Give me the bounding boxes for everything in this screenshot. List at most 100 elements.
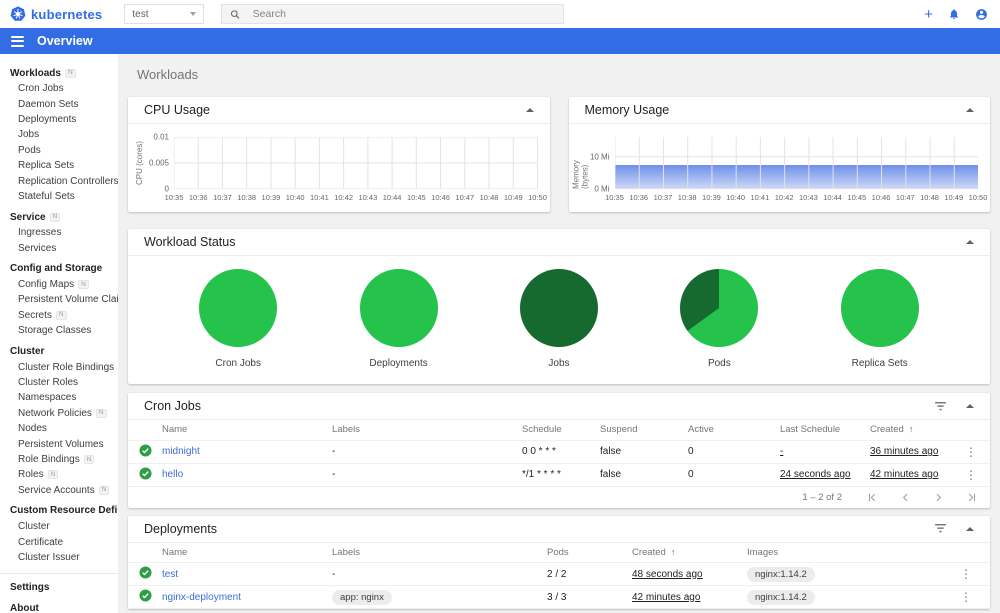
filter-button[interactable] xyxy=(935,401,946,411)
sidebar-item-role-bindings[interactable]: Role Bindings N xyxy=(0,452,118,467)
table-cell: midnight xyxy=(162,440,332,464)
collapse-icon[interactable] xyxy=(966,240,974,244)
sidebar-item-daemon-sets[interactable]: Daemon Sets xyxy=(0,96,118,111)
sidebar-item-persistent-volume-claims[interactable]: Persistent Volume ClaimsN xyxy=(0,292,118,307)
sidebar-item-pods[interactable]: Pods xyxy=(0,143,118,158)
y-tick-label: 10 Mi xyxy=(589,152,610,162)
sidebar-item-replica-sets[interactable]: Replica Sets xyxy=(0,158,118,173)
column-header-created[interactable]: Created ↑ xyxy=(870,420,952,441)
namespace-value: test xyxy=(132,8,149,20)
first-page-button[interactable] xyxy=(868,493,877,502)
column-header-suspend[interactable]: Suspend xyxy=(600,420,688,441)
resource-link[interactable]: midnight xyxy=(162,446,200,457)
column-header-name[interactable]: Name xyxy=(162,420,332,441)
create-resource-button[interactable]: + xyxy=(924,7,933,22)
row-menu-button[interactable]: ⋮ xyxy=(942,590,990,604)
sidebar-section-workloads[interactable]: Workloads N xyxy=(0,65,118,81)
sidebar-item-ingresses[interactable]: Ingresses xyxy=(0,225,118,240)
account-button[interactable] xyxy=(975,8,988,21)
sidebar-item-network-policies[interactable]: Network Policies N xyxy=(0,406,118,421)
column-header-pods[interactable]: Pods xyxy=(547,542,632,563)
status-pie-chart xyxy=(680,269,759,347)
sidebar-section-service[interactable]: Service N xyxy=(0,209,118,225)
notifications-button[interactable] xyxy=(948,8,960,20)
x-tick-label: 10:40 xyxy=(285,193,305,202)
resource-link[interactable]: nginx-deployment xyxy=(162,592,241,603)
column-header-last-schedule[interactable]: Last Schedule xyxy=(780,420,870,441)
column-header-name[interactable]: Name xyxy=(162,542,332,563)
sidebar-item-label: Deployments xyxy=(18,113,77,125)
row-menu-button[interactable]: ⋮ xyxy=(942,567,990,581)
sidebar-item-jobs[interactable]: Jobs xyxy=(0,127,118,142)
sidebar-item-stateful-sets[interactable]: Stateful Sets xyxy=(0,189,118,204)
sidebar-item-nodes[interactable]: Nodes xyxy=(0,421,118,436)
sidebar-item-roles[interactable]: Roles N xyxy=(0,467,118,482)
sidebar-section-config-and-storage[interactable]: Config and Storage xyxy=(0,261,118,277)
cpu-plot-area xyxy=(174,137,538,189)
sidebar-item-label: Services xyxy=(18,242,57,254)
namespaced-badge: N xyxy=(78,280,89,290)
sidebar-item-config-maps[interactable]: Config Maps N xyxy=(0,277,118,292)
x-tick-label: 10:44 xyxy=(823,193,842,202)
x-tick-label: 10:37 xyxy=(653,193,673,202)
resource-link[interactable]: test xyxy=(162,569,178,580)
search-input[interactable] xyxy=(250,7,556,21)
sidebar-item-replication-controllers[interactable]: Replication Controllers xyxy=(0,173,118,188)
namespaced-badge: N xyxy=(49,212,61,222)
success-check-icon xyxy=(138,566,152,579)
sidebar-item-cluster-roles[interactable]: Cluster Roles xyxy=(0,375,118,390)
next-page-button[interactable] xyxy=(934,493,943,502)
cpu-x-ticks: 10:35 10:36 10:37 10:38 10:39 10:40 10:41 10:42… xyxy=(165,193,547,205)
collapse-icon[interactable] xyxy=(966,526,974,531)
sidebar-item-cluster-role-bindings[interactable]: Cluster Role Bindings xyxy=(0,359,118,374)
cpu-y-axis-label: CPU (cores) xyxy=(135,141,144,186)
namespace-selector[interactable]: test xyxy=(124,4,205,24)
collapse-icon[interactable] xyxy=(966,108,974,112)
workload-status-title: Workload Status xyxy=(144,235,236,249)
sidebar-section-cluster[interactable]: Cluster xyxy=(0,343,118,359)
column-header-created[interactable]: Created ↑ xyxy=(632,542,747,563)
collapse-icon[interactable] xyxy=(966,404,974,408)
column-header-labels[interactable]: Labels xyxy=(332,542,547,563)
x-tick-label: 10:49 xyxy=(503,193,523,202)
search-bar[interactable] xyxy=(221,4,565,24)
sidebar-item-cluster-issuer[interactable]: Cluster Issuer xyxy=(0,550,118,565)
x-tick-label: 10:50 xyxy=(968,193,988,202)
sidebar-item-service-accounts[interactable]: Service Accounts N xyxy=(0,483,118,498)
resource-link[interactable]: hello xyxy=(162,469,183,480)
filter-button[interactable] xyxy=(935,524,946,533)
column-header-schedule[interactable]: Schedule xyxy=(522,420,600,441)
sidebar-item-namespaces[interactable]: Namespaces xyxy=(0,390,118,405)
x-tick-label: 10:36 xyxy=(629,193,649,202)
sidebar-item-certificate[interactable]: Certificate xyxy=(0,534,118,549)
chart-gridlines xyxy=(615,137,979,189)
sidebar-item-settings[interactable]: Settings xyxy=(0,579,118,595)
sidebar-item-persistent-volumes[interactable]: Persistent Volumes xyxy=(0,436,118,451)
previous-page-button[interactable] xyxy=(901,493,910,502)
column-header-images[interactable]: Images xyxy=(747,542,942,563)
workload-status-card: Workload Status Cron Jobs Deployments Jobs… xyxy=(128,229,990,384)
status-cell xyxy=(128,562,162,586)
sidebar-item-cluster[interactable]: Cluster xyxy=(0,519,118,534)
sidebar-item-storage-classes[interactable]: Storage Classes xyxy=(0,323,118,338)
sidebar-item-cron-jobs[interactable]: Cron Jobs xyxy=(0,81,118,96)
sidebar-item-about[interactable]: About xyxy=(0,600,118,613)
column-header-labels[interactable]: Labels xyxy=(332,420,522,441)
row-actions-cell: ⋮ xyxy=(942,562,990,586)
sidebar-nav: Workloads N Cron Jobs Daemon Sets Deployment… xyxy=(0,54,118,613)
collapse-icon[interactable] xyxy=(525,108,534,112)
column-header-active[interactable]: Active xyxy=(688,420,780,441)
table-cell: nginx:1.14.2 xyxy=(747,585,942,609)
row-menu-button[interactable]: ⋮ xyxy=(952,468,990,482)
x-tick-label: 10:47 xyxy=(455,193,475,202)
sidebar-item-label: About xyxy=(10,602,39,613)
last-page-button[interactable] xyxy=(967,493,976,502)
sidebar-section-custom-resource-definitions[interactable]: Custom Resource Definitions xyxy=(0,503,118,519)
row-menu-button[interactable]: ⋮ xyxy=(952,445,990,459)
sidebar-item-secrets[interactable]: Secrets N xyxy=(0,308,118,323)
sidebar-item-services[interactable]: Services xyxy=(0,241,118,256)
sidebar-item-deployments[interactable]: Deployments xyxy=(0,112,118,127)
kubernetes-logo[interactable]: kubernetes xyxy=(10,6,102,22)
cpu-usage-chart: CPU (cores) 0.01 0.005 0 10:35 10:36 10:37 10… xyxy=(128,124,550,205)
menu-button[interactable] xyxy=(11,35,24,47)
